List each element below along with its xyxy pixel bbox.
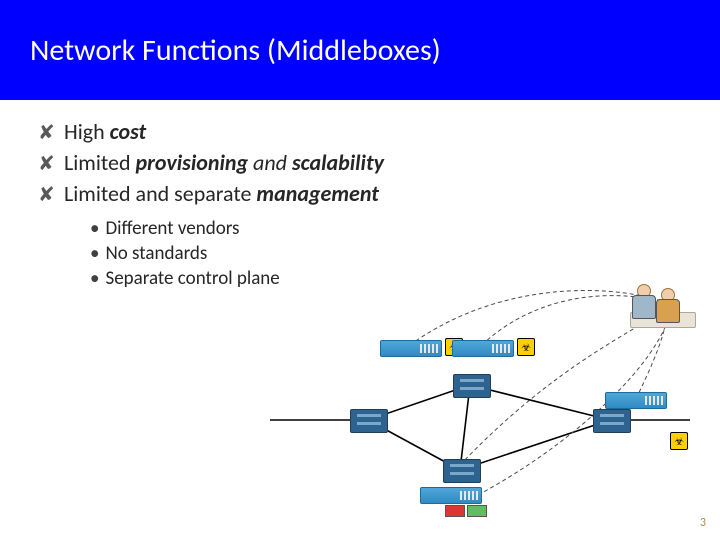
- hazard-icon: ☣: [517, 338, 535, 356]
- xmark-icon: ✘: [38, 182, 64, 207]
- slide-title: Network Functions (Middleboxes): [30, 32, 441, 69]
- bullet-3: ✘ Limited and separate management: [38, 180, 682, 207]
- slide-body: ✘ High cost ✘ Limited provisioning and s…: [0, 100, 720, 290]
- router-icon: [453, 374, 491, 398]
- bullet-2: ✘ Limited provisioning and scalability: [38, 149, 682, 176]
- module-icon: [467, 505, 487, 517]
- router-icon: [350, 409, 388, 433]
- xmark-icon: ✘: [38, 151, 64, 176]
- bullet-dot-icon: •: [90, 242, 99, 265]
- person-icon: [632, 284, 654, 318]
- router-icon: [443, 459, 481, 483]
- sub-bullets: •Different vendors •No standards •Separa…: [90, 217, 682, 290]
- sub-bullet-1: •Different vendors: [90, 217, 682, 240]
- operators-illustration: [632, 284, 692, 328]
- network-diagram: ☣ ☣ ☣: [260, 290, 700, 520]
- router-icon: [593, 409, 631, 433]
- bullet-3-text: Limited and separate management: [64, 180, 682, 207]
- firewall-appliance-icon: [605, 392, 667, 409]
- bullet-1: ✘ High cost: [38, 118, 682, 145]
- module-icon: [445, 505, 465, 517]
- sub-bullet-2: •No standards: [90, 242, 682, 265]
- firewall-appliance-icon: [380, 340, 442, 357]
- sub-bullet-3: •Separate control plane: [90, 267, 682, 290]
- title-bar: Network Functions (Middleboxes): [0, 0, 720, 100]
- firewall-appliance-icon: [452, 340, 514, 357]
- bullet-2-text: Limited provisioning and scalability: [64, 149, 682, 176]
- bullet-1-text: High cost: [64, 118, 682, 145]
- bullet-dot-icon: •: [90, 267, 99, 290]
- xmark-icon: ✘: [38, 120, 64, 145]
- bullet-dot-icon: •: [90, 217, 99, 240]
- person-icon: [656, 288, 678, 322]
- firewall-appliance-icon: [420, 487, 482, 504]
- slide-number: 3: [700, 516, 706, 530]
- hazard-icon: ☣: [670, 432, 688, 450]
